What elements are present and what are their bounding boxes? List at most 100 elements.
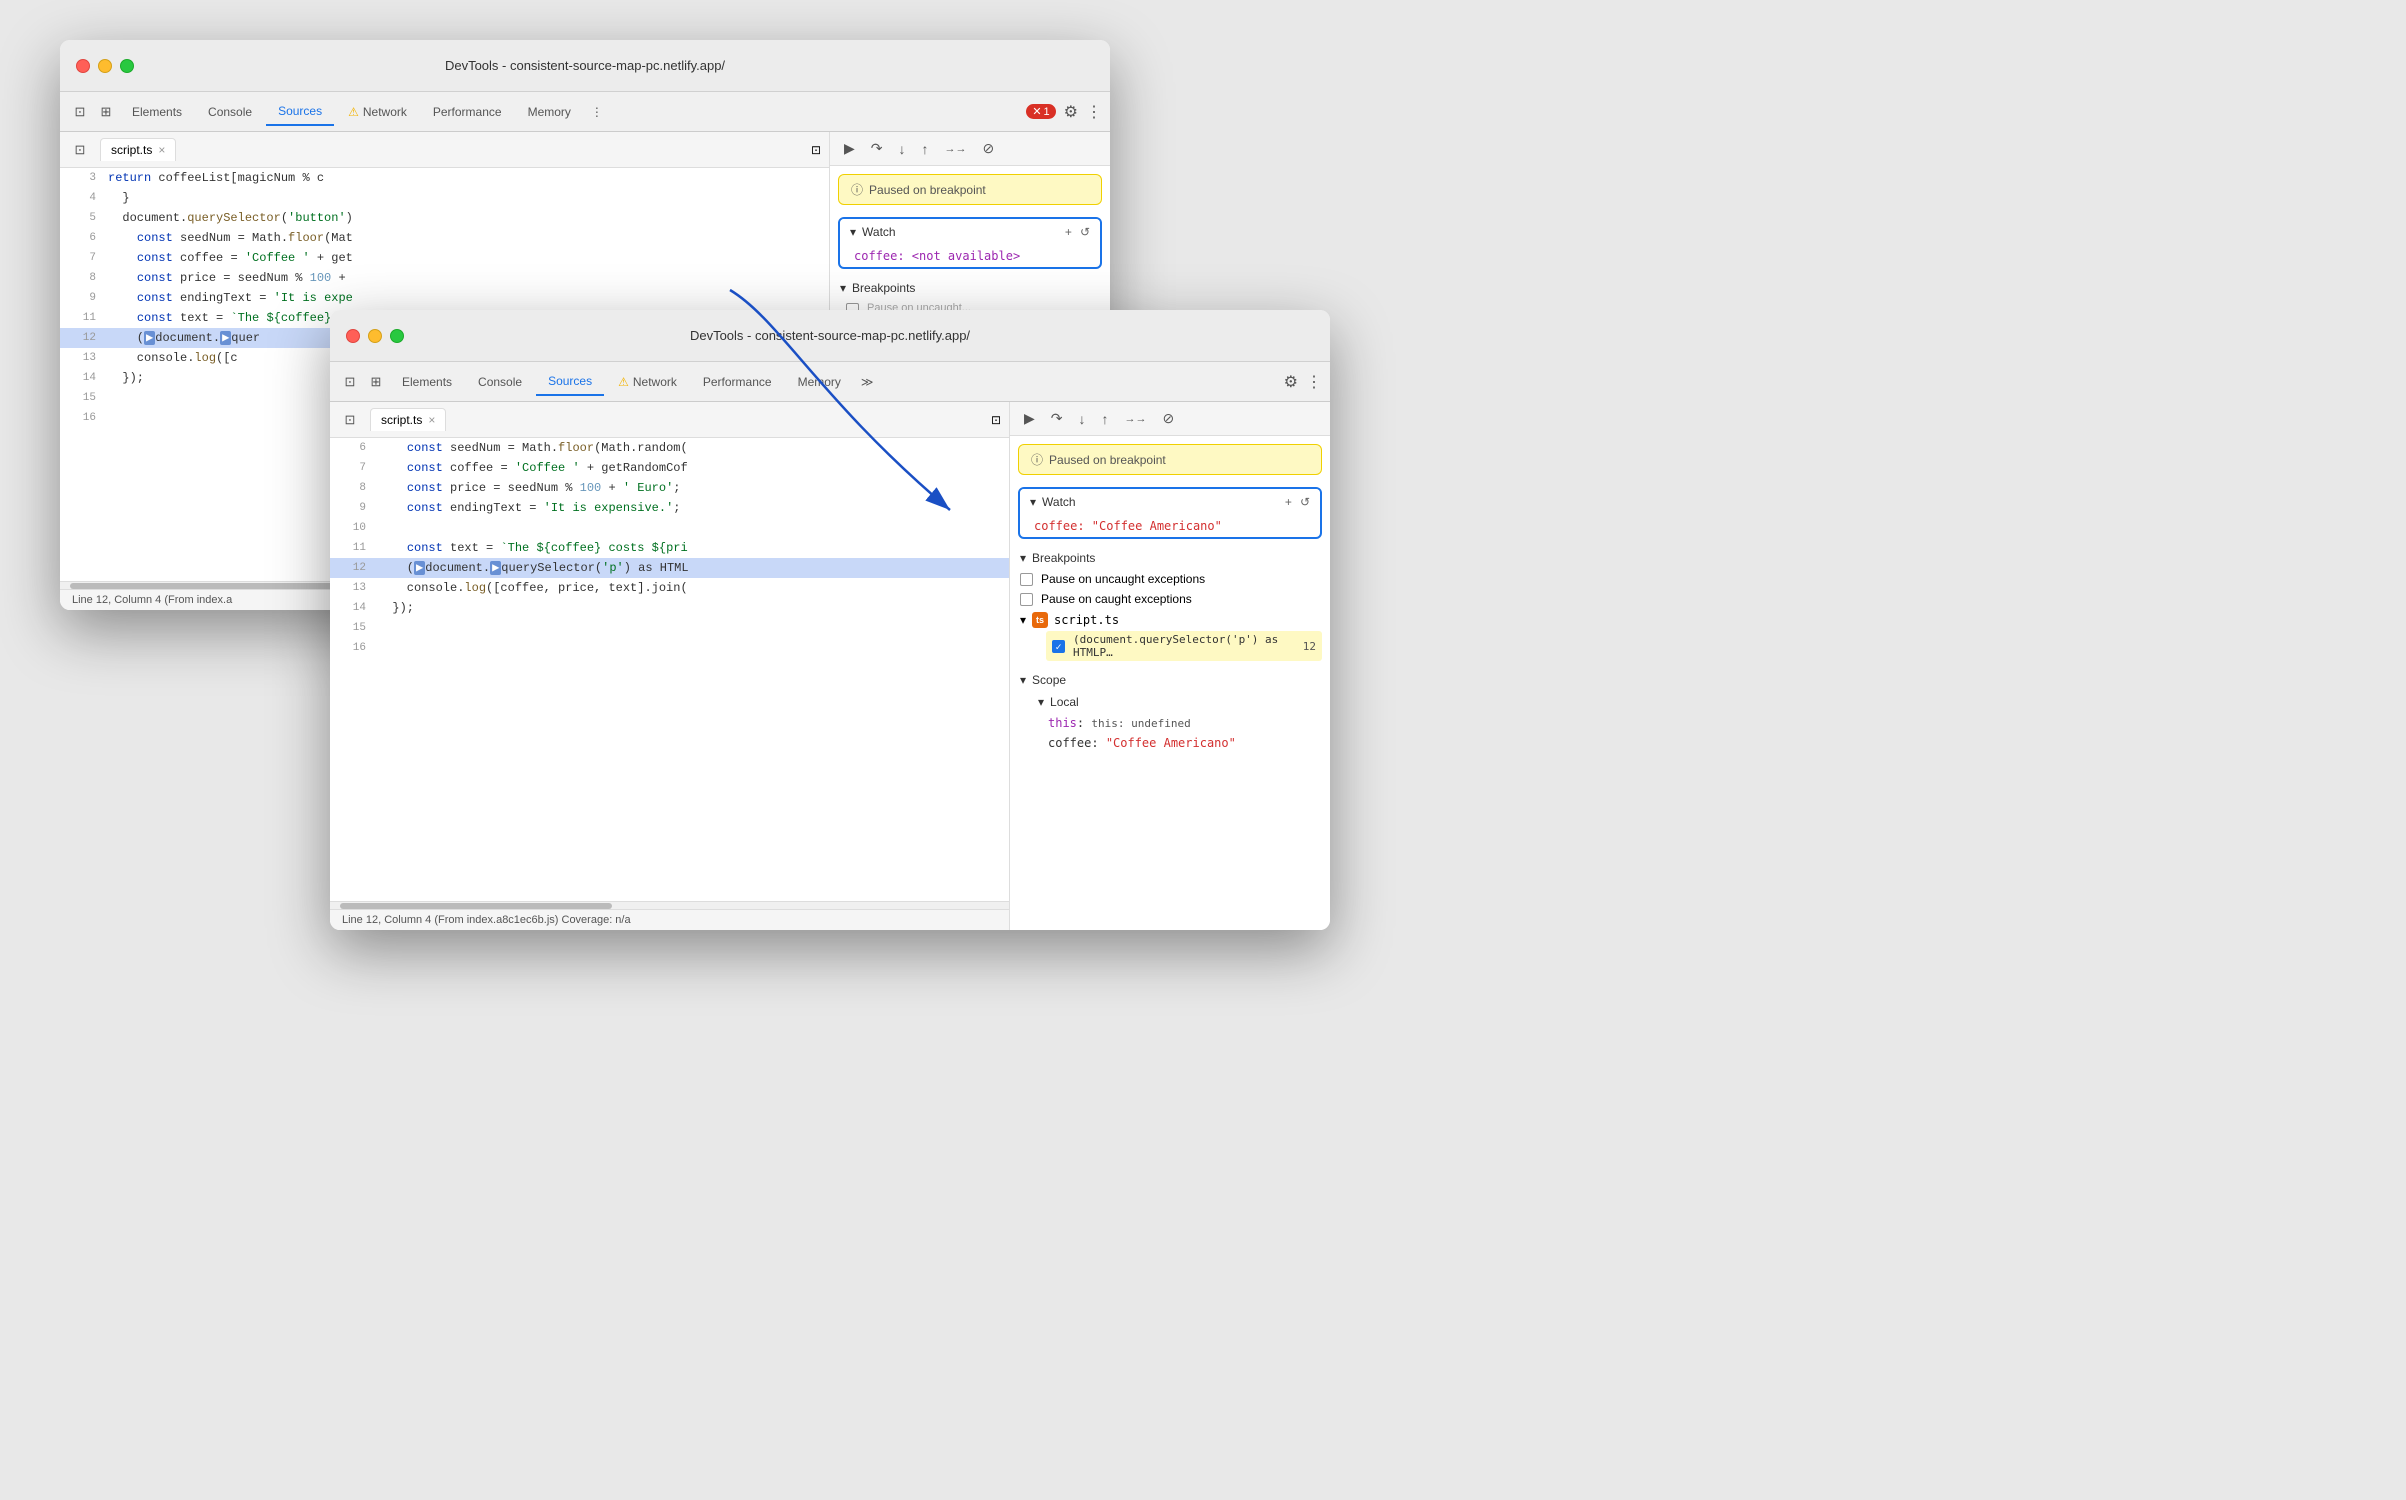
close-tab-icon-1[interactable]: × (158, 143, 165, 157)
tab-sources-2[interactable]: Sources (536, 368, 604, 396)
code-line2-9: 9 const endingText = 'It is expensive.'; (330, 498, 1009, 518)
info-icon-2: ⓘ (1031, 451, 1043, 468)
step-into-btn-1[interactable]: ↓ (895, 139, 910, 159)
file-navigator-icon[interactable]: ⊞ (94, 100, 118, 124)
bp-expand-icon-2[interactable]: ▾ (1020, 551, 1026, 565)
sidebar-toggle-icon-2[interactable]: ⊡ (338, 370, 362, 394)
continue-btn-2[interactable]: →→ (1121, 411, 1151, 427)
bp-line-row: ✓ (document.querySelector('p') as HTMLP…… (1018, 631, 1322, 661)
debug-toolbar-1: ▶ ↷ ↓ ↑ →→ ⊘ (830, 132, 1110, 166)
scope-section-2: ▾ Scope ▾ Local this: this: undefined co… (1018, 669, 1322, 753)
local-expand-icon-2[interactable]: ▾ (1038, 695, 1044, 709)
local-this-2: this: this: undefined (1018, 713, 1322, 733)
devtools-body-2: ⊡ script.ts × ⊡ 6 const seedNum = Math.f… (330, 402, 1330, 930)
scope-header-2: ▾ Scope (1018, 669, 1322, 691)
bp-expression-2: (document.querySelector('p') as HTMLP… (1073, 633, 1295, 659)
tab-memory-1[interactable]: Memory (516, 99, 583, 125)
warn-icon-1: ⚠ (348, 105, 359, 119)
continue-btn-1[interactable]: →→ (941, 141, 971, 157)
close-button-2[interactable] (346, 329, 360, 343)
file-tab-1[interactable]: script.ts × (100, 138, 176, 161)
scope-expand-icon-2[interactable]: ▾ (1020, 673, 1026, 687)
tab-overflow-1[interactable]: ⋮ (585, 101, 609, 123)
debug-toolbar-2: ▶ ↷ ↓ ↑ →→ ⊘ (1010, 402, 1330, 436)
tab-network-2[interactable]: ⚠ Network (606, 369, 689, 395)
close-button-1[interactable] (76, 59, 90, 73)
source-panel-header-2: ⊡ script.ts × ⊡ (330, 402, 1009, 438)
watch-add-icon-1[interactable]: + (1065, 225, 1072, 239)
expand-icon-2[interactable]: ⊡ (338, 408, 362, 432)
deactivate-btn-1[interactable]: ⊘ (979, 138, 999, 159)
close-tab-icon-2[interactable]: × (428, 413, 435, 427)
expand-icon-1[interactable]: ⊡ (68, 138, 92, 162)
tab-elements-2[interactable]: Elements (390, 369, 464, 395)
watch-section-2: ▾ Watch + ↺ coffee: "Coffee Americano" (1018, 487, 1322, 539)
code-line-4: 4 } (60, 188, 829, 208)
pause-caught-checkbox-2[interactable] (1020, 593, 1033, 606)
resume-btn-1[interactable]: ▶ (840, 138, 859, 159)
deactivate-btn-2[interactable]: ⊘ (1159, 408, 1179, 429)
watch-refresh-icon-1[interactable]: ↺ (1080, 225, 1090, 239)
watch-label-1: Watch (862, 225, 896, 239)
step-over-btn-1[interactable]: ↷ (867, 138, 887, 159)
local-header-2: ▾ Local (1018, 691, 1322, 713)
settings-icon-2[interactable]: ⚙ (1284, 372, 1298, 392)
file-tab-2[interactable]: script.ts × (370, 408, 446, 431)
sidebar-toggle-icon[interactable]: ⊡ (68, 100, 92, 124)
code-area-2[interactable]: 6 const seedNum = Math.floor(Math.random… (330, 438, 1009, 901)
script-ts-icon: ts (1032, 612, 1048, 628)
tab-overflow-2[interactable]: ≫ (855, 371, 880, 393)
tab-sources-1[interactable]: Sources (266, 98, 334, 126)
pause-uncaught-checkbox-2[interactable] (1020, 573, 1033, 586)
breakpoints-section-2: ▾ Breakpoints Pause on uncaught exceptio… (1018, 547, 1322, 661)
watch-expand-icon-2[interactable]: ▾ (1030, 495, 1036, 509)
watch-header-2: ▾ Watch + ↺ (1020, 489, 1320, 515)
minimize-button-2[interactable] (368, 329, 382, 343)
maximize-button-1[interactable] (120, 59, 134, 73)
watch-label-2: Watch (1042, 495, 1076, 509)
minimize-button-1[interactable] (98, 59, 112, 73)
tab-performance-1[interactable]: Performance (421, 99, 514, 125)
step-over-btn-2[interactable]: ↷ (1047, 408, 1067, 429)
step-out-btn-1[interactable]: ↑ (918, 139, 933, 159)
more-icon-1[interactable]: ⋮ (1086, 102, 1102, 122)
step-into-btn-2[interactable]: ↓ (1075, 409, 1090, 429)
tab-right-icons-1: ✕ 1 ⚙ ⋮ (1026, 102, 1102, 122)
paused-banner-1: ⓘ Paused on breakpoint (838, 174, 1102, 205)
bp-checked-2[interactable]: ✓ (1052, 640, 1065, 653)
tab-console-1[interactable]: Console (196, 99, 264, 125)
tab-memory-2[interactable]: Memory (786, 369, 853, 395)
resume-btn-2[interactable]: ▶ (1020, 408, 1039, 429)
step-out-btn-2[interactable]: ↑ (1098, 409, 1113, 429)
tab-elements-1[interactable]: Elements (120, 99, 194, 125)
tab-network-1[interactable]: ⚠ Network (336, 99, 419, 125)
error-badge-1: ✕ 1 (1026, 104, 1055, 119)
watch-refresh-icon-2[interactable]: ↺ (1300, 495, 1310, 509)
source-panel-2: ⊡ script.ts × ⊡ 6 const seedNum = Math.f… (330, 402, 1010, 930)
horizontal-scrollbar-2[interactable] (330, 901, 1009, 909)
watch-expand-icon-1[interactable]: ▾ (850, 225, 856, 239)
pause-uncaught-item-2: Pause on uncaught exceptions (1018, 569, 1322, 589)
maximize-button-2[interactable] (390, 329, 404, 343)
tab-console-2[interactable]: Console (466, 369, 534, 395)
source-panel-header-1: ⊡ script.ts × ⊡ (60, 132, 829, 168)
breakpoints-header-1: ▾ Breakpoints (838, 277, 1102, 299)
devtools-window-2: DevTools - consistent-source-map-pc.netl… (330, 310, 1330, 930)
bp-expand-icon-script-2[interactable]: ▾ (1020, 613, 1026, 627)
code-line-8: 8 const price = seedNum % 100 + (60, 268, 829, 288)
debug-panel-2: ▶ ↷ ↓ ↑ →→ ⊘ ⓘ Paused on breakpoint ▾ Wa… (1010, 402, 1330, 930)
tab-performance-2[interactable]: Performance (691, 369, 784, 395)
watch-add-icon-2[interactable]: + (1285, 495, 1292, 509)
file-panel-right-icon[interactable]: ⊡ (811, 143, 821, 157)
code-line2-11: 11 const text = `The ${coffee} costs ${p… (330, 538, 1009, 558)
more-icon-2[interactable]: ⋮ (1306, 372, 1322, 392)
warn-icon-2: ⚠ (618, 375, 629, 389)
traffic-lights-1 (76, 59, 134, 73)
file-navigator-icon-2[interactable]: ⊞ (364, 370, 388, 394)
settings-icon-1[interactable]: ⚙ (1064, 102, 1078, 122)
code-line2-8: 8 const price = seedNum % 100 + ' Euro'; (330, 478, 1009, 498)
tab-bar-2: ⊡ ⊞ Elements Console Sources ⚠ Network P… (330, 362, 1330, 402)
bp-expand-icon-1[interactable]: ▾ (840, 281, 846, 295)
watch-section-1: ▾ Watch + ↺ coffee: <not available> (838, 217, 1102, 269)
file-panel-right-icon-2[interactable]: ⊡ (991, 413, 1001, 427)
